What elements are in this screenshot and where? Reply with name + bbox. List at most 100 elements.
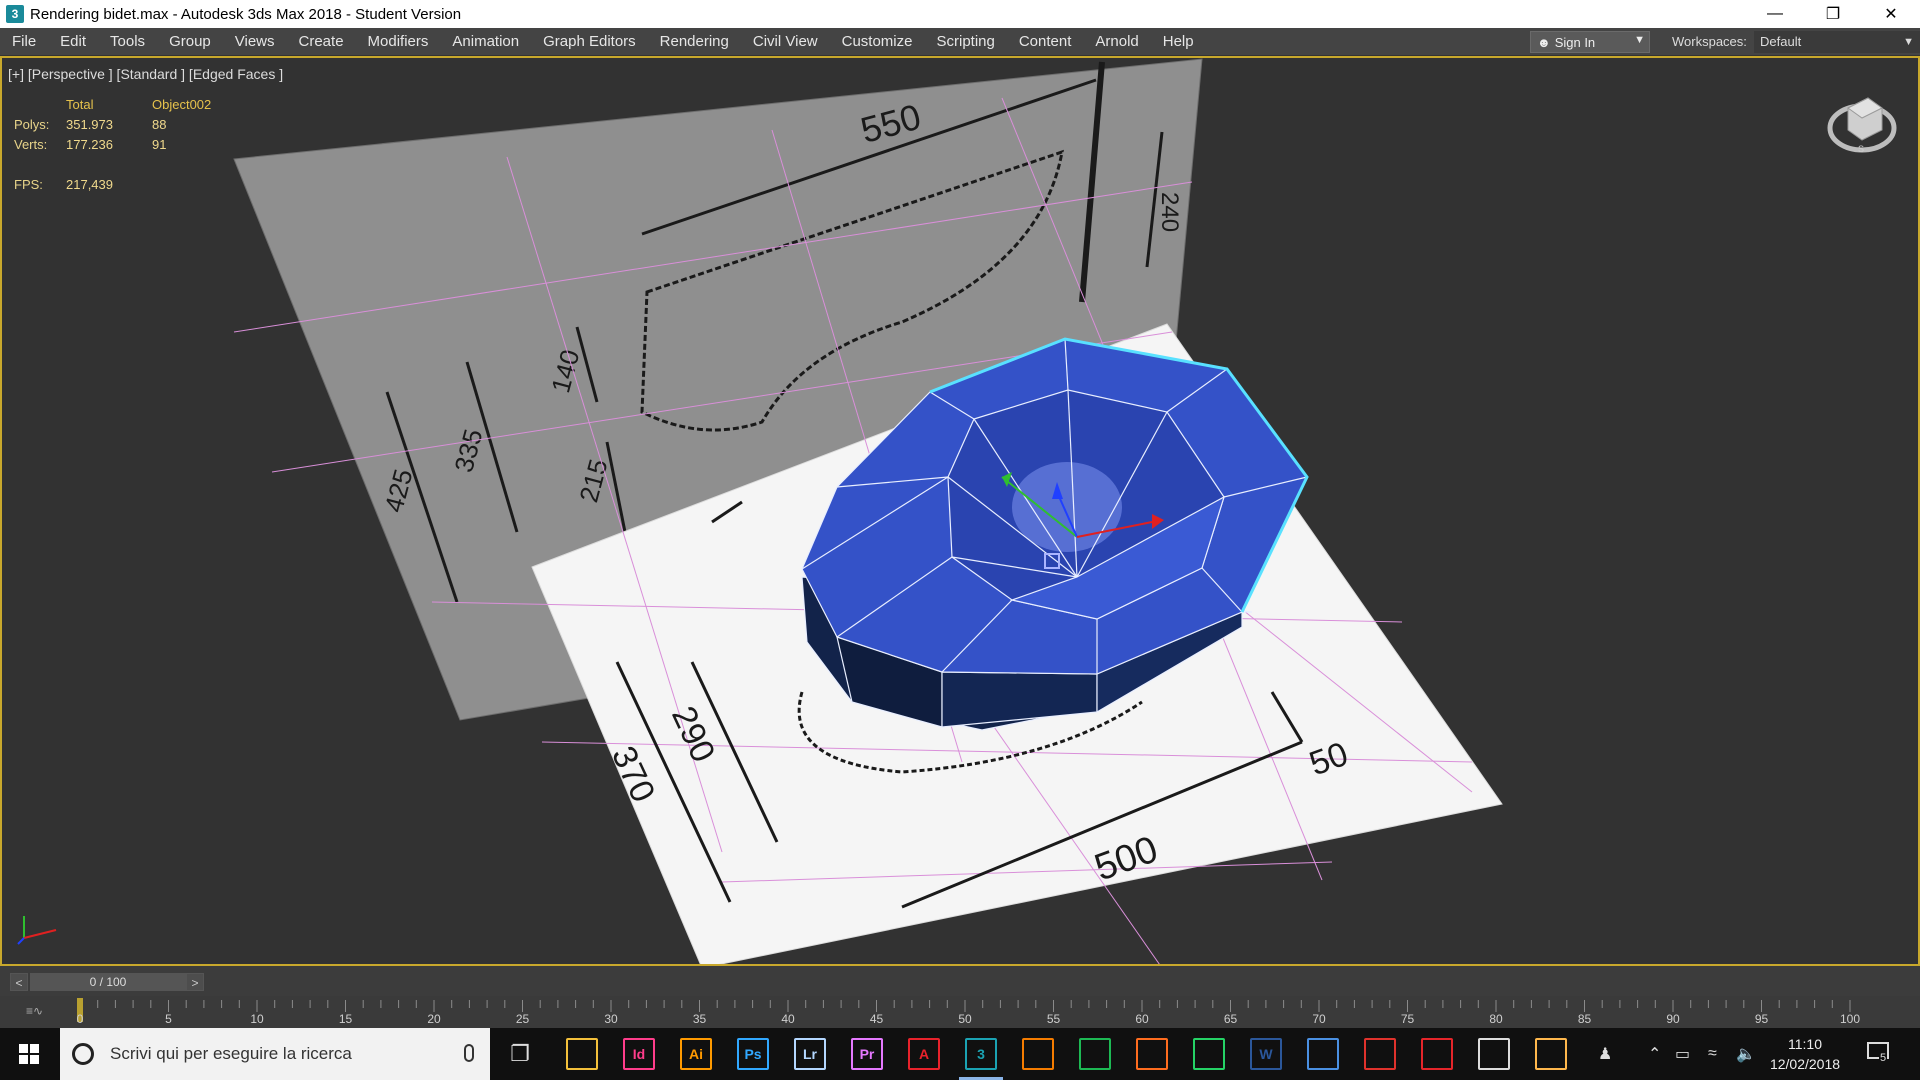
- fps-label: FPS:: [14, 176, 43, 192]
- workspace-select[interactable]: Default ▼: [1754, 31, 1920, 53]
- menu-tools[interactable]: Tools: [98, 28, 157, 56]
- notification-count: 5: [1879, 1052, 1888, 1064]
- frame-label: 95: [1754, 1012, 1769, 1026]
- window-controls: — ❐ ✕: [1746, 0, 1920, 28]
- file-explorer-icon[interactable]: [566, 1038, 598, 1070]
- frame-label: 0: [76, 1012, 84, 1026]
- title-bar: 3 Rendering bidet.max - Autodesk 3ds Max…: [0, 0, 1920, 28]
- indesign-icon[interactable]: Id: [623, 1038, 655, 1070]
- windows-logo-icon: [19, 1044, 39, 1064]
- firefox-icon[interactable]: [1136, 1038, 1168, 1070]
- menu-edit[interactable]: Edit: [48, 28, 98, 56]
- clock-date: 12/02/2018: [1769, 1056, 1841, 1072]
- viewcube-icon[interactable]: S: [1824, 84, 1900, 160]
- viewport-scene: 550 140 335 215 425 240 500 370 290 50: [233, 58, 1503, 964]
- menu-rendering[interactable]: Rendering: [648, 28, 741, 56]
- battery-icon[interactable]: ▭: [1675, 1028, 1690, 1080]
- wifi-icon[interactable]: ≈: [1708, 1028, 1717, 1080]
- show-hidden-icons-chevron-icon[interactable]: ⌃: [1648, 1028, 1661, 1080]
- frame-label: 10: [250, 1012, 264, 1026]
- frame-label: 85: [1577, 1012, 1592, 1026]
- frame-label: 55: [1046, 1012, 1061, 1026]
- blender-icon[interactable]: [1022, 1038, 1054, 1070]
- menu-graph-editors[interactable]: Graph Editors: [531, 28, 648, 56]
- menu-modifiers[interactable]: Modifiers: [356, 28, 441, 56]
- frame-label: 40: [781, 1012, 795, 1026]
- frame-label: 50: [958, 1012, 972, 1026]
- menu-create[interactable]: Create: [287, 28, 356, 56]
- premiere-icon[interactable]: Pr: [851, 1038, 883, 1070]
- verts-total: 177.236: [66, 136, 113, 152]
- clock-time: 11:10: [1788, 1036, 1822, 1052]
- lightroom-icon[interactable]: Lr: [794, 1038, 826, 1070]
- taskbar-search-box[interactable]: Scrivi qui per eseguire la ricerca: [60, 1028, 490, 1080]
- windows-taskbar: Scrivi qui per eseguire la ricerca ❐ Id A…: [0, 1028, 1920, 1080]
- 3ds-max-app-icon[interactable]: 3: [6, 5, 24, 23]
- autocad-icon[interactable]: A: [908, 1038, 940, 1070]
- time-slider[interactable]: < 0 / 100 >: [0, 966, 1920, 996]
- volume-icon[interactable]: 🔈: [1736, 1028, 1756, 1080]
- menu-scripting[interactable]: Scripting: [924, 28, 1006, 56]
- taskbar-clock[interactable]: 11:10 12/02/2018: [1762, 1034, 1848, 1074]
- polys-label: Polys:: [14, 116, 50, 132]
- close-button[interactable]: ✕: [1862, 0, 1920, 28]
- sign-in-dropdown[interactable]: ☻ Sign In ▼: [1530, 31, 1650, 53]
- menu-civil-view[interactable]: Civil View: [741, 28, 830, 56]
- frame-label: 80: [1489, 1012, 1503, 1026]
- previous-frame-button[interactable]: <: [10, 973, 28, 991]
- track-bar[interactable]: ≡∿ 0 5 10 15 20 25 30 35 40 45 50 55 60 65 70 75 80 85 90 9…: [0, 996, 1920, 1028]
- microphone-icon[interactable]: [464, 1044, 474, 1062]
- svg-text:S: S: [1858, 144, 1864, 154]
- photos-icon[interactable]: [1478, 1038, 1510, 1070]
- photoshop-icon[interactable]: Ps: [737, 1038, 769, 1070]
- frame-label: 15: [338, 1012, 353, 1026]
- minimize-button[interactable]: —: [1746, 0, 1804, 28]
- frame-label: 60: [1135, 1012, 1149, 1026]
- perspective-viewport[interactable]: 550 140 335 215 425 240 500 370 290 50 […: [0, 56, 1920, 966]
- whatsapp-icon[interactable]: [1193, 1038, 1225, 1070]
- acrobat-icon[interactable]: [1421, 1038, 1453, 1070]
- polys-total: 351.973: [66, 116, 113, 132]
- menu-bar: File Edit Tools Group Views Create Modif…: [0, 28, 1920, 56]
- next-frame-button[interactable]: >: [186, 973, 204, 991]
- cortana-icon: [72, 1043, 94, 1065]
- spotify-icon[interactable]: [1079, 1038, 1111, 1070]
- restore-button[interactable]: ❐: [1804, 0, 1862, 28]
- verts-label: Verts:: [14, 136, 48, 152]
- illustrator-icon[interactable]: Ai: [680, 1038, 712, 1070]
- time-slider-handle[interactable]: 0 / 100: [30, 973, 186, 991]
- menu-help[interactable]: Help: [1151, 28, 1206, 56]
- action-center-icon[interactable]: 5: [1866, 1040, 1892, 1066]
- viewport-statistics: Total Object002 Polys: 351.973 88 Verts:…: [14, 94, 232, 194]
- task-view-icon[interactable]: ❐: [504, 1038, 536, 1070]
- menu-group[interactable]: Group: [157, 28, 223, 56]
- frame-label: 20: [427, 1012, 441, 1026]
- frame-label: 90: [1666, 1012, 1680, 1026]
- menu-views[interactable]: Views: [223, 28, 287, 56]
- frame-label: 65: [1223, 1012, 1238, 1026]
- sketchup-icon[interactable]: [1364, 1038, 1396, 1070]
- user-icon: ☻: [1537, 34, 1551, 50]
- menu-customize[interactable]: Customize: [830, 28, 925, 56]
- start-button[interactable]: [0, 1028, 58, 1080]
- frame-label: 75: [1400, 1012, 1415, 1026]
- polys-object: 88: [152, 116, 167, 132]
- dim-side: 240: [1156, 192, 1183, 232]
- people-icon[interactable]: ♟: [1598, 1028, 1612, 1080]
- store-icon[interactable]: [1307, 1038, 1339, 1070]
- axis-tripod-icon: [17, 916, 57, 945]
- menu-file[interactable]: File: [0, 28, 48, 56]
- stats-object-header: Object002: [152, 96, 212, 112]
- menu-content[interactable]: Content: [1007, 28, 1084, 56]
- frame-label: 30: [604, 1012, 618, 1026]
- verts-object: 91: [152, 136, 167, 152]
- workspaces-label: Workspaces:: [1672, 34, 1747, 49]
- menu-arnold[interactable]: Arnold: [1083, 28, 1150, 56]
- paint-icon[interactable]: [1535, 1038, 1567, 1070]
- search-placeholder: Scrivi qui per eseguire la ricerca: [110, 1044, 352, 1063]
- word-icon[interactable]: W: [1250, 1038, 1282, 1070]
- 3ds-max-icon[interactable]: 3: [965, 1038, 997, 1070]
- chevron-down-icon: ▼: [1903, 36, 1914, 48]
- viewport-label[interactable]: [+] [Perspective ] [Standard ] [Edged Fa…: [8, 66, 283, 82]
- menu-animation[interactable]: Animation: [440, 28, 531, 56]
